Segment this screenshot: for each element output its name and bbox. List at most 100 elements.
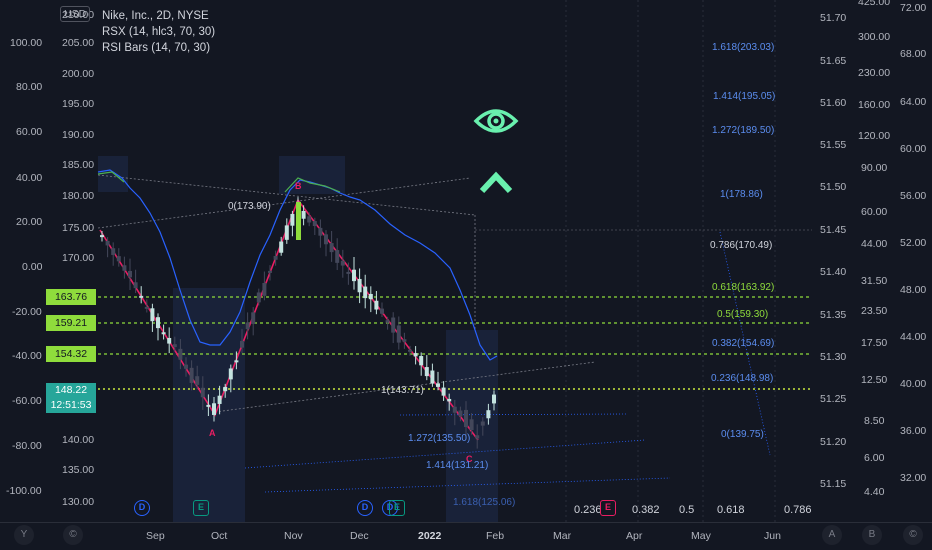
right-tick: 68.00	[900, 48, 927, 60]
candle-body	[262, 282, 267, 296]
indicator-rsi-bars[interactable]: RSI Bars (14, 70, 30)	[102, 40, 215, 56]
earnings-event-icon[interactable]: E	[389, 500, 405, 516]
candle-body	[335, 250, 340, 263]
fib-bottom-label: 0.5	[679, 504, 695, 516]
right-tick: 230.00	[858, 67, 891, 79]
price-tick: 195.00	[62, 98, 95, 110]
candle-body	[156, 317, 160, 329]
candle-body	[111, 248, 116, 255]
fib-right-label: 0.382(154.69)	[712, 338, 775, 349]
chart-legend: Nike, Inc., 2D, NYSE RSX (14, hlc3, 70, …	[102, 8, 215, 56]
current-price-tag: 148.22 12:51:53	[46, 383, 96, 413]
price-tick: 130.00	[62, 496, 95, 508]
currency-button[interactable]: USD	[60, 6, 91, 22]
candle-body	[144, 306, 149, 309]
candle-body	[189, 367, 194, 383]
right-tick: 72.00	[900, 2, 927, 14]
candle-body	[167, 337, 172, 344]
candle-body	[374, 300, 379, 310]
rsx-tick: 80.00	[16, 81, 43, 93]
candle-body	[458, 410, 463, 417]
candle-body	[290, 213, 295, 226]
right-tick: 60.00	[900, 143, 927, 155]
candle-body	[184, 364, 188, 369]
symbol-title[interactable]: Nike, Inc., 2D, NYSE	[102, 8, 215, 24]
settings-icon[interactable]: ©	[903, 525, 923, 545]
fib-right-label: 0.5(159.30)	[717, 309, 769, 320]
right-tick: 31.50	[861, 275, 888, 287]
right-tick: 17.50	[861, 337, 888, 349]
candle-body	[452, 406, 457, 413]
rsx-tick: 60.00	[16, 126, 43, 138]
month-label: May	[691, 530, 711, 542]
point-a-label: A	[209, 428, 216, 438]
candle-body	[385, 320, 390, 323]
dividend-event-icon[interactable]: D	[357, 500, 373, 516]
right-tick: 51.65	[820, 55, 847, 67]
right-tick: 40.00	[900, 378, 927, 390]
fib-right-label: 1.618(203.03)	[712, 42, 775, 53]
auto-scale-button[interactable]: A	[822, 525, 842, 545]
right-tick: 48.00	[900, 284, 927, 296]
right-tick: 51.60	[820, 97, 847, 109]
zone-start	[98, 156, 128, 192]
month-label: 2022	[418, 530, 442, 542]
indicator-rsx[interactable]: RSX (14, hlc3, 70, 30)	[102, 24, 215, 40]
candle-body	[245, 322, 250, 330]
right-tick: 120.00	[858, 130, 891, 142]
candle-body	[217, 395, 222, 404]
candle-body	[240, 340, 244, 348]
earnings-event-icon[interactable]: E	[193, 500, 209, 516]
right-tick: 12.50	[861, 374, 888, 386]
fib-left-label: 0(173.90)	[228, 201, 271, 212]
candle-body	[273, 255, 278, 260]
right-tick: 56.00	[900, 190, 927, 202]
right-tick: 51.15	[820, 478, 847, 490]
month-label: Nov	[284, 530, 303, 542]
projection-line	[399, 413, 629, 416]
chart-window[interactable]: 100.00 80.00 60.00 40.00 20.00 0.00 -20.…	[0, 0, 932, 550]
fib-left-label: 1(143.71)	[381, 385, 424, 396]
month-label: Dec	[350, 530, 369, 542]
candle-body	[486, 410, 491, 419]
candle-body	[329, 243, 334, 253]
candle-body	[340, 260, 345, 266]
dividend-event-icon[interactable]: D	[134, 500, 150, 516]
month-label: Sep	[146, 530, 165, 542]
log-scale-button[interactable]: B	[862, 525, 882, 545]
right-tick: 51.30	[820, 351, 847, 363]
candle-body	[133, 282, 138, 289]
right-tick: 160.00	[858, 99, 891, 111]
rsx-tick: -20.00	[12, 306, 42, 318]
candle-body	[150, 308, 155, 322]
right-tick: 44.00	[861, 238, 888, 250]
fib-right-label: 0.786(170.49)	[710, 240, 773, 251]
fib-left-label: 1.414(131.21)	[426, 460, 489, 471]
candle-body	[301, 210, 306, 219]
fib-price-tag: 163.76	[46, 289, 96, 305]
candle-body	[430, 370, 435, 384]
candle-body	[312, 221, 317, 227]
candle-body	[346, 271, 351, 274]
settings-icon[interactable]: ©	[63, 525, 83, 545]
year-button[interactable]: Y	[14, 525, 34, 545]
right-axis-2: 425.00 300.00 230.00 160.00 120.00 90.00…	[852, 0, 894, 522]
rsx-axis: 100.00 80.00 60.00 40.00 20.00 0.00 -20.…	[0, 0, 46, 522]
candle-body	[116, 256, 121, 262]
candle-body	[284, 225, 289, 240]
right-tick: 32.00	[900, 472, 927, 484]
candle-body	[357, 278, 362, 293]
right-tick: 60.00	[861, 206, 888, 218]
time-axis[interactable]	[0, 522, 932, 550]
candle-body	[380, 308, 384, 314]
candle-body	[363, 286, 368, 299]
candle-body	[464, 409, 468, 428]
candle-body	[195, 376, 200, 385]
candle-body	[419, 356, 424, 366]
price-tick: 185.00	[62, 159, 95, 171]
candle-body	[178, 348, 183, 360]
candle-body	[251, 312, 256, 325]
earnings-event-icon[interactable]: E	[600, 500, 616, 516]
candle-body	[441, 387, 446, 396]
fib-right-label: 1.272(189.50)	[712, 125, 775, 136]
